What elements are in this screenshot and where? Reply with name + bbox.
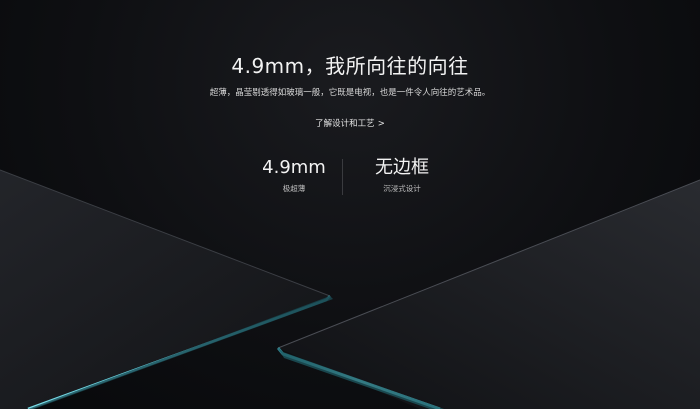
left-panel [0,170,330,409]
stat-label: 沉浸式设计 [383,184,421,193]
stat-bezel: 无边框 沉浸式设计 [352,157,452,194]
spec-stats: 4.9mm 极超薄 无边框 沉浸式设计 [226,157,470,197]
stat-value: 无边框 [375,157,429,178]
stat-thickness: 4.9mm 极超薄 [244,157,344,194]
hero-section: 4.9mm，我所向往的向往 超薄，晶莹剔透得如玻璃一般，它既是电视，也是一件令人… [0,0,700,409]
chevron-right-icon: > [377,119,385,129]
page-title: 4.9mm，我所向往的向往 [231,54,469,78]
page-subtitle: 超薄，晶莹剔透得如玻璃一般，它既是电视，也是一件令人向往的艺术品。 [209,88,491,98]
stat-label: 极超薄 [282,184,306,193]
learn-more-link[interactable]: 了解设计和工艺 > [0,117,700,129]
stat-value: 4.9mm [262,157,326,178]
learn-more-label: 了解设计和工艺 [315,119,375,129]
stat-divider [342,159,343,195]
